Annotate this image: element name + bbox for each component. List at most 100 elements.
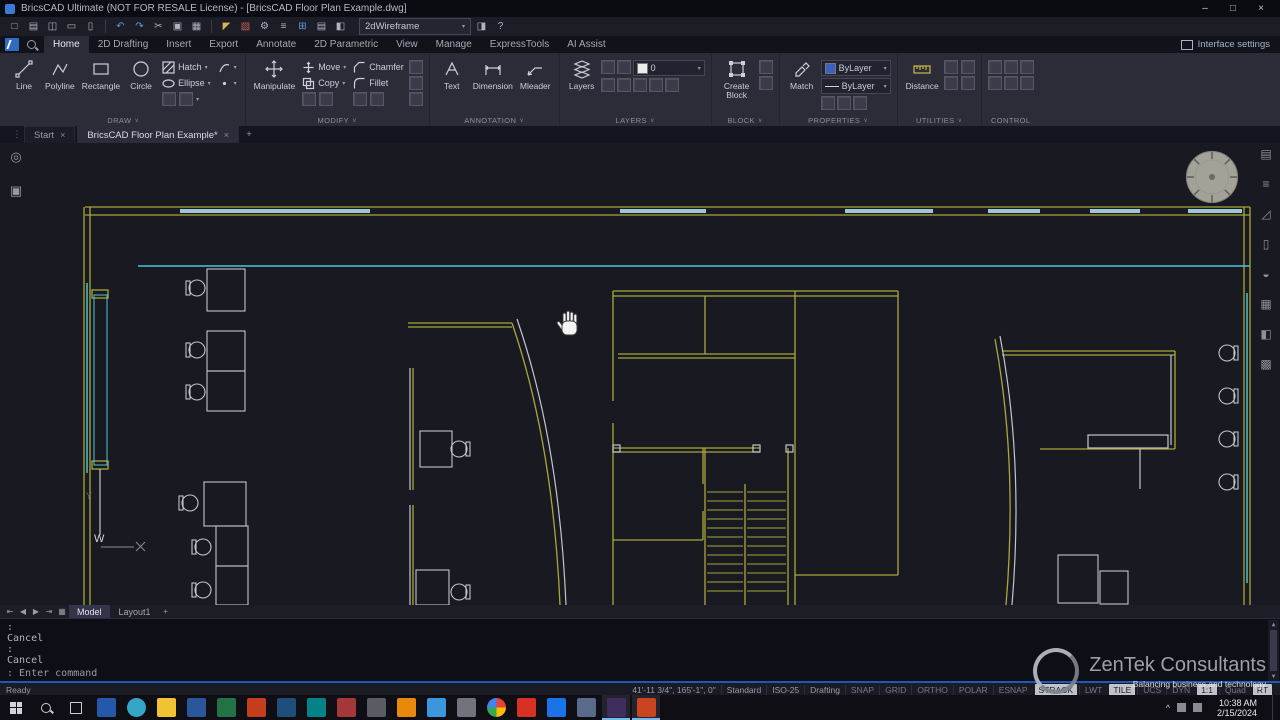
modify-more-button[interactable] [300, 92, 348, 106]
taskbar-app-icon[interactable] [92, 695, 120, 720]
layout1-tab[interactable]: Layout1 [111, 605, 159, 618]
fillet-button[interactable]: Fillet [351, 76, 406, 90]
control-tool-icon[interactable] [1003, 76, 1018, 90]
dimension-button[interactable]: Dimension [471, 57, 515, 91]
taskbar-app-icon[interactable] [272, 695, 300, 720]
sheet-icon[interactable]: ▤ [313, 19, 330, 34]
distance-button[interactable]: Distance [904, 57, 941, 91]
print-icon[interactable]: ▭ [63, 19, 80, 34]
grid-toggle[interactable]: GRID [879, 685, 911, 695]
block-tool-icon[interactable] [758, 76, 773, 90]
network-icon[interactable] [1176, 703, 1186, 712]
copy-button[interactable]: Copy ▾ [300, 76, 348, 90]
modify-tool-icon[interactable] [408, 60, 423, 74]
control-tool-icon[interactable] [1019, 60, 1034, 74]
word-icon[interactable] [182, 695, 210, 720]
taskbar-app-icon[interactable] [302, 695, 330, 720]
layers-panel-icon[interactable]: ◧ [1257, 325, 1275, 343]
scrollbar-thumb[interactable] [1270, 630, 1277, 671]
navigation-wheel[interactable] [1184, 149, 1240, 205]
taskbar-clock[interactable]: 10:38 AM 2/15/2024 [1209, 698, 1265, 718]
layout-list-icon[interactable]: ▦ [56, 607, 68, 616]
workspace-field[interactable]: Drafting [804, 685, 845, 695]
utility-tool-icon[interactable] [960, 76, 975, 90]
last-layout-button[interactable]: ⇥ [43, 607, 55, 616]
tab-2d-parametric[interactable]: 2D Parametric [305, 36, 387, 53]
taskbar-app-icon[interactable] [392, 695, 420, 720]
undo-icon[interactable]: ↶ [112, 19, 129, 34]
tab-ai-assist[interactable]: AI Assist [558, 36, 614, 53]
edge-icon[interactable] [122, 695, 150, 720]
grid-panel-icon[interactable]: ▦ [1257, 295, 1275, 313]
close-tab-icon[interactable]: × [60, 130, 65, 140]
layers-button[interactable]: Layers [566, 57, 598, 91]
layer-tool-icon[interactable] [616, 78, 631, 92]
dyn-toggle[interactable]: DYN [1166, 685, 1195, 695]
help-icon[interactable]: ? [492, 19, 509, 34]
taskbar-app-icon[interactable] [542, 695, 570, 720]
paste-icon[interactable]: ▦ [188, 19, 205, 34]
open-icon[interactable]: ▤ [25, 19, 42, 34]
list-icon[interactable]: ≡ [275, 19, 292, 34]
task-view-button[interactable] [62, 695, 90, 720]
show-desktop-button[interactable] [1272, 695, 1278, 720]
manipulate-button[interactable]: Manipulate [252, 57, 298, 91]
bricscad-logo-icon[interactable] [5, 38, 19, 51]
tab-2d-drafting[interactable]: 2D Drafting [89, 36, 158, 53]
cut-icon[interactable]: ✂ [150, 19, 167, 34]
tab-home[interactable]: Home [44, 36, 89, 53]
new-tab-button[interactable]: + [241, 129, 257, 140]
chrome-icon[interactable] [482, 695, 510, 720]
prev-layout-button[interactable]: ◀ [17, 607, 29, 616]
chamfer-button[interactable]: Chamfer [351, 60, 406, 74]
first-layout-button[interactable]: ⇤ [4, 607, 16, 616]
layer-tool-icon[interactable] [632, 78, 647, 92]
hatch-button[interactable]: Hatch ▾ [160, 60, 213, 74]
mleader-button[interactable]: Mleader [518, 57, 553, 91]
point-button[interactable]: ▾ [216, 76, 239, 90]
tab-manage[interactable]: Manage [427, 36, 481, 53]
ortho-toggle[interactable]: ORTHO [911, 685, 953, 695]
doc-tab-start[interactable]: Start × [24, 126, 76, 143]
lwt-toggle[interactable]: LWT [1079, 685, 1107, 695]
polyline-button[interactable]: Polyline [43, 57, 77, 91]
taskbar-search-button[interactable] [32, 695, 60, 720]
color-dropdown[interactable]: ByLayer ▾ [820, 60, 891, 76]
taskbar-app-icon[interactable] [362, 695, 390, 720]
create-block-button[interactable]: Create Block [718, 57, 756, 100]
tab-view[interactable]: View [387, 36, 427, 53]
select-icon[interactable]: ◤ [218, 19, 235, 34]
tab-annotate[interactable]: Annotate [247, 36, 305, 53]
polar-toggle[interactable]: POLAR [952, 685, 993, 695]
sheets-panel-icon[interactable]: ▯ [1257, 235, 1275, 253]
sliders-icon[interactable]: ≡ [1257, 175, 1275, 193]
control-tool-icon[interactable] [1003, 60, 1018, 74]
window-icon[interactable]: ◨ [473, 19, 490, 34]
control-tool-icon[interactable] [987, 60, 1002, 74]
arc-button[interactable]: ▾ [216, 60, 239, 74]
model-tab[interactable]: Model [69, 605, 110, 618]
bricscad-taskbar-icon[interactable] [632, 695, 660, 720]
start-button[interactable] [2, 695, 30, 720]
text-style-field[interactable]: Standard [720, 685, 767, 695]
layer-state-icon[interactable] [600, 60, 615, 74]
dim-style-field[interactable]: ISO-25 [766, 685, 804, 695]
utility-tool-icon[interactable] [943, 60, 958, 74]
taskbar-app-icon[interactable] [512, 695, 540, 720]
properties-tool-icon[interactable] [852, 96, 867, 110]
utility-tool-icon[interactable] [960, 60, 975, 74]
scroll-down-icon[interactable]: ▼ [1272, 673, 1276, 680]
interface-settings-button[interactable]: Interface settings [1180, 39, 1280, 50]
command-input[interactable]: : Enter command [7, 668, 97, 679]
command-panel[interactable]: : Cancel : Cancel : Enter command ▲ ▼ [0, 618, 1280, 682]
circle-button[interactable]: Circle [125, 57, 157, 91]
copy-icon[interactable]: ▣ [169, 19, 186, 34]
new-file-icon[interactable]: □ [6, 19, 23, 34]
minimize-button[interactable]: – [1191, 0, 1219, 17]
draw-order-icon[interactable]: ◿ [1257, 205, 1275, 223]
quad-toggle[interactable]: Quad [1219, 685, 1251, 695]
structure-panel-icon[interactable]: ▣ [6, 181, 26, 201]
render-panel-icon[interactable]: ◒ [1257, 265, 1275, 283]
block-tool-icon[interactable] [758, 60, 773, 74]
properties-panel-icon[interactable]: ▤ [1257, 145, 1275, 163]
